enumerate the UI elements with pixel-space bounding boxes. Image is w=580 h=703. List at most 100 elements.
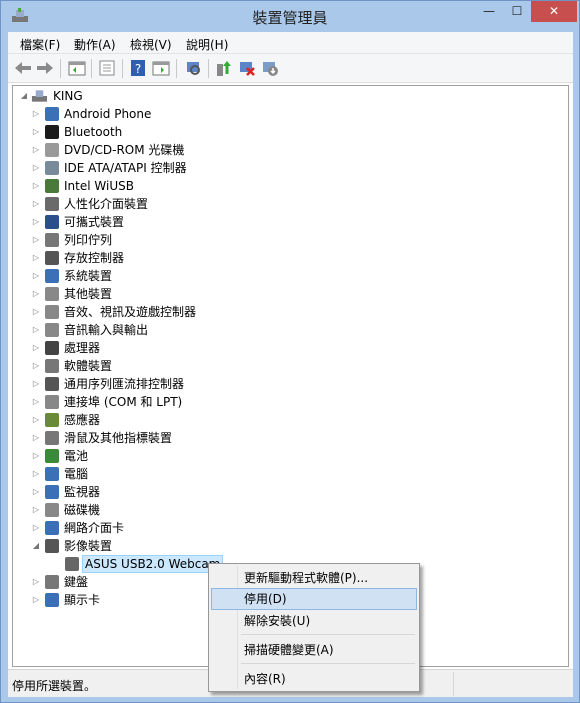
expand-icon[interactable]: ▷	[31, 411, 41, 429]
menu-action[interactable]: 動作(A)	[74, 36, 116, 53]
tree-label: 鍵盤	[64, 575, 89, 589]
menu-bar: 檔案(F) 動作(A) 檢視(V) 說明(H)	[8, 32, 573, 54]
expand-icon[interactable]: ▷	[31, 177, 41, 195]
network-adapter-icon	[45, 521, 59, 535]
menu-separator	[241, 663, 415, 664]
expand-icon[interactable]: ▷	[31, 447, 41, 465]
printer-icon	[45, 233, 59, 247]
expand-icon[interactable]: ▷	[31, 213, 41, 231]
context-menu-item[interactable]: 內容(R)	[211, 668, 417, 690]
toolbar-separator	[60, 59, 61, 78]
expand-icon[interactable]: ▷	[31, 105, 41, 123]
monitor-icon	[45, 485, 59, 499]
tree-label: 連接埠 (COM 和 LPT)	[64, 395, 183, 409]
expand-icon[interactable]: ▷	[31, 321, 41, 339]
mouse-icon	[45, 431, 59, 445]
expand-icon[interactable]: ▷	[31, 285, 41, 303]
menu-help[interactable]: 說明(H)	[186, 36, 228, 53]
forward-icon[interactable]	[36, 59, 54, 77]
minimize-button[interactable]: —	[475, 1, 503, 22]
ide-controller-icon	[45, 161, 59, 175]
status-text: 停用所選裝置。	[12, 679, 97, 693]
expand-icon[interactable]: ▷	[31, 591, 41, 609]
device-manager-window: 裝置管理員 — ☐ ✕ 檔案(F) 動作(A) 檢視(V) 說明(H) ? ◢ …	[0, 0, 580, 703]
expand-icon[interactable]: ▷	[31, 249, 41, 267]
tree-label: 網路介面卡	[64, 521, 125, 535]
tree-label: Bluetooth	[64, 125, 123, 139]
hid-icon	[45, 197, 59, 211]
expand-icon[interactable]: ▷	[31, 465, 41, 483]
portable-device-icon	[45, 215, 59, 229]
action-pane-icon[interactable]	[152, 59, 170, 77]
sensor-icon	[45, 413, 59, 427]
usb-icon	[45, 179, 59, 193]
expand-icon[interactable]: ▷	[31, 339, 41, 357]
expand-icon[interactable]: ▷	[31, 123, 41, 141]
expand-icon[interactable]: ▷	[31, 501, 41, 519]
title-bar[interactable]: 裝置管理員 — ☐ ✕	[1, 1, 579, 33]
port-icon	[45, 395, 59, 409]
tree-label: 影像裝置	[64, 539, 113, 553]
console-tree-icon[interactable]	[68, 59, 86, 77]
expand-icon[interactable]: ▷	[31, 267, 41, 285]
toolbar-separator	[208, 59, 209, 78]
phone-icon	[45, 107, 59, 121]
computer-icon	[45, 467, 59, 481]
context-menu-item[interactable]: 解除安裝(U)	[211, 610, 417, 632]
expand-icon[interactable]: ▷	[31, 375, 41, 393]
expand-icon[interactable]: ▷	[31, 357, 41, 375]
expand-icon[interactable]: ▷	[31, 159, 41, 177]
tree-label: 列印佇列	[64, 233, 113, 247]
tree-label: Android Phone	[64, 107, 152, 121]
context-menu-item[interactable]: 停用(D)	[211, 588, 417, 610]
tree-label: 音訊輸入與輸出	[64, 323, 149, 337]
tree-label: 電池	[64, 449, 89, 463]
processor-icon	[45, 341, 59, 355]
disk-drive-icon	[45, 503, 59, 517]
tree-label: 音效、視訊及遊戲控制器	[64, 305, 197, 319]
tree-label: 滑鼠及其他指標裝置	[64, 431, 173, 445]
expand-icon[interactable]: ▷	[31, 519, 41, 537]
expand-icon[interactable]: ▷	[31, 303, 41, 321]
usb-controller-icon	[45, 377, 59, 391]
tree-label: 感應器	[64, 413, 101, 427]
other-device-icon	[45, 287, 59, 301]
keyboard-icon	[45, 575, 59, 589]
display-adapter-icon	[45, 593, 59, 607]
svg-text:?: ?	[135, 62, 141, 76]
audio-io-icon	[45, 323, 59, 337]
expand-icon[interactable]: ▷	[31, 483, 41, 501]
expand-icon[interactable]: ▷	[31, 393, 41, 411]
battery-icon	[45, 449, 59, 463]
toolbar-separator	[176, 59, 177, 78]
properties-icon[interactable]	[98, 59, 116, 77]
menu-view[interactable]: 檢視(V)	[130, 36, 172, 53]
context-menu-item[interactable]: 更新驅動程式軟體(P)...	[211, 567, 417, 589]
expand-icon[interactable]: ▷	[31, 141, 41, 159]
context-menu-item[interactable]: 掃描硬體變更(A)	[211, 639, 417, 661]
tree-label: 電腦	[64, 467, 89, 481]
expand-icon[interactable]: ▷	[31, 429, 41, 447]
close-button[interactable]: ✕	[531, 1, 577, 22]
expand-icon[interactable]: ▷	[31, 195, 41, 213]
tree-label: 監視器	[64, 485, 101, 499]
uninstall-icon[interactable]	[238, 59, 256, 77]
collapse-icon[interactable]: ◢	[19, 87, 29, 105]
menu-file[interactable]: 檔案(F)	[20, 36, 60, 53]
tree-label: 可攜式裝置	[64, 215, 125, 229]
collapse-icon[interactable]: ◢	[31, 537, 41, 555]
software-device-icon	[45, 359, 59, 373]
back-icon[interactable]	[14, 59, 32, 77]
tree-label: 人性化介面裝置	[64, 197, 149, 211]
webcam-icon	[65, 557, 79, 571]
toolbar-separator	[91, 59, 92, 78]
maximize-button[interactable]: ☐	[503, 1, 531, 22]
expand-icon[interactable]: ▷	[31, 231, 41, 249]
disable-device-icon[interactable]	[261, 59, 279, 77]
scan-hardware-icon[interactable]	[184, 59, 202, 77]
help-icon[interactable]: ?	[129, 59, 147, 77]
update-driver-icon[interactable]	[215, 59, 233, 77]
toolbar-separator	[122, 59, 123, 78]
imaging-device-icon	[45, 539, 59, 553]
expand-icon[interactable]: ▷	[31, 573, 41, 591]
